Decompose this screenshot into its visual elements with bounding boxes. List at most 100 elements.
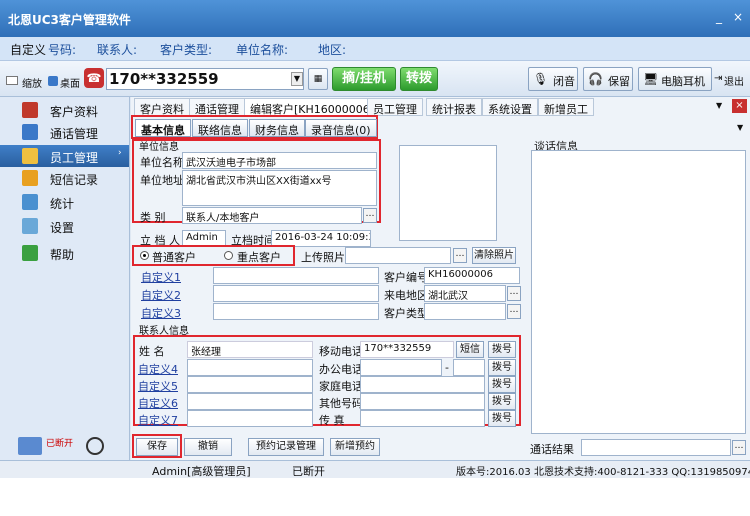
custom5-field[interactable] — [187, 376, 313, 393]
custom6-field[interactable] — [187, 393, 313, 410]
fax-label: 传 真 — [319, 414, 345, 427]
sms-button[interactable]: 短信 — [456, 341, 484, 358]
chevron-down-icon[interactable]: ▼ — [716, 101, 722, 110]
custom-search-label[interactable]: 自定义 — [10, 41, 46, 58]
category-picker-button[interactable]: … — [363, 208, 377, 223]
tab-calls[interactable]: 通话管理 — [189, 98, 245, 116]
custom1-field[interactable] — [213, 267, 379, 284]
tab-contact-info[interactable]: 联络信息 — [192, 119, 248, 137]
category-label: 类 别 — [140, 211, 166, 224]
new-appointment-button[interactable]: 新增预约 — [330, 438, 380, 456]
sidebar-item-help[interactable]: 帮助 — [0, 242, 129, 264]
tab-edit-customer[interactable]: 编辑客户[KH16000006] — [244, 98, 381, 116]
normal-customer-label[interactable]: 普通客户 — [152, 249, 196, 265]
custom6-link[interactable]: 自定义6 — [138, 395, 178, 411]
contact-search-label[interactable]: 联系人: — [97, 41, 137, 58]
office-ext-field[interactable] — [453, 359, 485, 376]
shrink-checkbox[interactable] — [6, 76, 18, 85]
region-search-label[interactable]: 地区: — [318, 41, 346, 58]
custom2-link[interactable]: 自定义2 — [141, 287, 181, 303]
dial-home-button[interactable]: 拨号 — [488, 376, 516, 393]
sidebar-item-stats[interactable]: 统计 — [0, 191, 129, 213]
company-name-field[interactable]: 武汉沃迪电子市场部 — [182, 152, 377, 169]
other-phone-field[interactable] — [360, 393, 485, 410]
custom1-link[interactable]: 自定义1 — [141, 269, 181, 285]
customer-code-field: KH16000006 — [424, 267, 520, 284]
tab-staff[interactable]: 员工管理 — [367, 98, 423, 116]
type-search-label[interactable]: 客户类型: — [160, 41, 212, 58]
tab-new-staff[interactable]: 新增员工 — [538, 98, 594, 116]
close-tab-icon[interactable]: × — [732, 99, 747, 113]
sidebar-item-staff[interactable]: 员工管理 › — [0, 145, 129, 167]
custom5-link[interactable]: 自定义5 — [138, 378, 178, 394]
save-button[interactable]: 保存 — [136, 438, 178, 456]
company-address-field[interactable]: 湖北省武汉市洪山区XX街道xx号 — [182, 170, 377, 206]
sidebar-item-label: 统计 — [50, 197, 75, 211]
chevron-down-icon[interactable]: ▼ — [291, 72, 303, 86]
custom7-link[interactable]: 自定义7 — [138, 412, 178, 428]
exit-icon[interactable]: ⇥ — [714, 73, 722, 84]
close-button[interactable]: × — [731, 10, 745, 24]
exit-label[interactable]: 退出 — [724, 73, 744, 88]
category-field[interactable]: 联系人/本地客户 — [182, 207, 362, 224]
stats-icon — [22, 194, 38, 210]
desktop-icon[interactable] — [48, 76, 58, 86]
key-customer-label[interactable]: 重点客户 — [237, 249, 281, 265]
clear-photo-button[interactable]: 清除照片 — [472, 247, 516, 264]
custom3-field[interactable] — [213, 303, 379, 320]
sidebar-item-sms[interactable]: 短信记录 — [0, 167, 129, 189]
tab-basic-info[interactable]: 基本信息 — [135, 119, 191, 137]
mobile-field[interactable]: 170**332559 — [360, 341, 454, 358]
office-phone-field[interactable] — [360, 359, 442, 376]
company-search-label[interactable]: 单位名称: — [236, 41, 288, 58]
tab-recording-info[interactable]: 录音信息(0) — [305, 119, 377, 137]
fax-field[interactable] — [360, 410, 485, 427]
dial-other-button[interactable]: 拨号 — [488, 393, 516, 410]
talk-info-area[interactable] — [531, 150, 746, 434]
type-picker-button[interactable]: … — [507, 304, 521, 319]
dial-office-button[interactable]: 拨号 — [488, 359, 516, 376]
call-result-picker-button[interactable]: … — [732, 440, 746, 455]
sidebar-item-settings[interactable]: 设置 — [0, 215, 129, 237]
status-user: Admin[高级管理员] — [152, 465, 251, 478]
mute-button[interactable]: 🎙 闭音 — [528, 67, 578, 91]
phone-search-label[interactable]: 号码: — [48, 41, 76, 58]
cancel-button[interactable]: 撤销 — [184, 438, 232, 456]
caller-region-field[interactable]: 湖北武汉 — [424, 285, 506, 302]
sidebar-item-calls[interactable]: 通话管理 — [0, 121, 129, 143]
phone-number-field[interactable]: 170**332559 ▼ — [106, 68, 304, 90]
browse-photo-button[interactable]: … — [453, 248, 467, 263]
tab-reports[interactable]: 统计报表 — [426, 98, 482, 116]
custom3-link[interactable]: 自定义3 — [141, 305, 181, 321]
dial-mobile-button[interactable]: 拨号 — [488, 341, 516, 358]
home-phone-field[interactable] — [360, 376, 485, 393]
mute-label: 闭音 — [553, 75, 575, 88]
upload-photo-field[interactable] — [345, 247, 451, 264]
custom4-field[interactable] — [187, 359, 313, 376]
pickup-hangup-button[interactable]: 摘/挂机 — [332, 67, 396, 91]
custom4-link[interactable]: 自定义4 — [138, 361, 178, 377]
tab-customers[interactable]: 客户资料 — [134, 98, 190, 116]
region-picker-button[interactable]: … — [507, 286, 521, 301]
tab-finance-info[interactable]: 财务信息 — [249, 119, 305, 137]
custom2-field[interactable] — [213, 285, 379, 302]
contact-name-field[interactable]: 张经理 — [187, 341, 313, 358]
keypad-button[interactable]: ▦ — [308, 68, 328, 90]
hold-button[interactable]: 🎧 保留 — [583, 67, 633, 91]
pc-headset-button[interactable]: 🖥 电脑耳机 — [638, 67, 712, 91]
tab-system-settings[interactable]: 系统设置 — [482, 98, 538, 116]
custom7-field[interactable] — [187, 410, 313, 427]
dash-separator: - — [445, 361, 449, 374]
app-title: 北恩UC3客户管理软件 — [8, 13, 131, 27]
transfer-button[interactable]: 转拨 — [400, 67, 438, 91]
key-customer-radio[interactable] — [224, 251, 233, 260]
dial-fax-button[interactable]: 拨号 — [488, 410, 516, 427]
minimize-button[interactable]: _ — [712, 10, 726, 24]
normal-customer-radio[interactable] — [140, 251, 149, 260]
chevron-down-icon[interactable]: ▼ — [737, 123, 743, 132]
appointment-records-button[interactable]: 预约记录管理 — [248, 438, 324, 456]
customer-type-field[interactable] — [424, 303, 506, 320]
call-result-field[interactable] — [581, 439, 731, 456]
toolbar: 缩放 桌面 ☎ 170**332559 ▼ ▦ 摘/挂机 转拨 🎙 闭音 🎧 保… — [0, 61, 750, 97]
sidebar-item-customers[interactable]: 客户资料 — [0, 99, 129, 121]
